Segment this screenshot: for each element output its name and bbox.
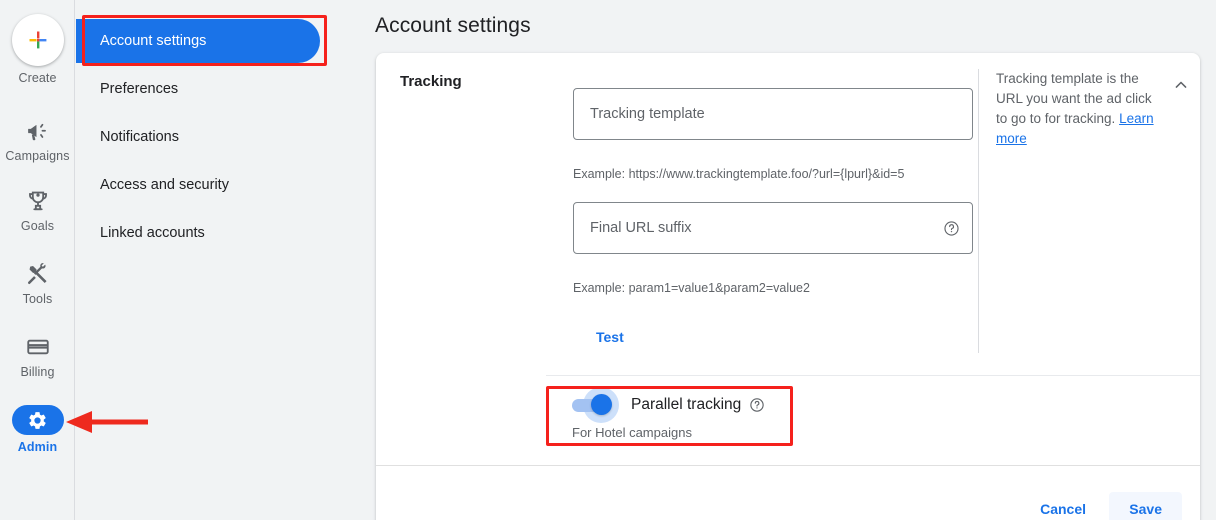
section-heading-tracking: Tracking [400,73,462,90]
parallel-tracking-row: Parallel tracking [572,391,765,419]
help-panel: Tracking template is the URL you want th… [996,69,1196,149]
vertical-divider [978,69,979,353]
sidebar-item-linked-accounts[interactable]: Linked accounts [76,211,205,255]
sidebar-item-label: Access and security [100,177,229,193]
admin-pill[interactable] [12,405,64,435]
final-url-suffix-field-group: Final URL suffix [573,202,973,254]
credit-card-icon [25,334,51,360]
parallel-tracking-label: Parallel tracking [631,396,741,414]
megaphone-icon [25,118,51,144]
tracking-template-example: Example: https://www.trackingtemplate.fo… [573,167,904,181]
tools-icon [25,261,51,287]
left-nav-rail: Create Campaigns [0,0,75,520]
rail-label-admin: Admin [18,440,57,454]
final-url-suffix-placeholder: Final URL suffix [590,220,692,236]
sidebar-item-label: Account settings [100,33,206,49]
trophy-icon [25,188,51,214]
final-url-suffix-input[interactable]: Final URL suffix [573,202,973,254]
tracking-template-input[interactable]: Tracking template [573,88,973,140]
sidebar-item-preferences[interactable]: Preferences [76,67,178,111]
rail-item-create[interactable]: Create [0,14,75,85]
section-divider [546,375,1200,376]
save-button[interactable]: Save [1109,492,1182,520]
rail-label-campaigns: Campaigns [5,149,69,163]
help-panel-text: Tracking template is the URL you want th… [996,69,1156,149]
chevron-up-icon[interactable] [1171,75,1191,95]
tracking-template-field-group: Tracking template [573,88,973,140]
rail-label-goals: Goals [21,219,54,233]
rail-label-billing: Billing [20,365,54,379]
sidebar-item-account-settings[interactable]: Account settings [76,19,320,63]
parallel-tracking-group: Parallel tracking For Hotel campaigns [572,391,765,440]
page-title: Account settings [375,14,531,38]
google-plus-icon [12,14,64,66]
app-window: Create Campaigns [0,0,1216,520]
tracking-template-placeholder: Tracking template [590,106,705,122]
rail-item-billing[interactable]: Billing [0,334,75,379]
test-link[interactable]: Test [596,329,624,345]
toggle-knob [591,394,612,415]
rail-label-create: Create [18,71,56,85]
parallel-tracking-toggle[interactable] [572,391,616,419]
rail-item-admin[interactable]: Admin [0,405,75,454]
settings-sidebar: Account settings Preferences Notificatio… [76,0,375,520]
tracking-settings-card: Tracking Tracking template Example: http… [376,53,1200,520]
help-circle-icon[interactable] [749,397,765,413]
rail-item-tools[interactable]: Tools [0,261,75,306]
final-url-suffix-example: Example: param1=value1&param2=value2 [573,281,810,295]
cancel-button[interactable]: Cancel [1032,492,1094,520]
rail-label-tools: Tools [23,292,53,306]
parallel-tracking-sublabel: For Hotel campaigns [572,425,765,440]
sidebar-item-label: Preferences [100,81,178,97]
sidebar-item-notifications[interactable]: Notifications [76,115,179,159]
sidebar-item-label: Notifications [100,129,179,145]
sidebar-item-label: Linked accounts [100,225,205,241]
sidebar-item-access-and-security[interactable]: Access and security [76,163,229,207]
gear-icon [27,410,48,431]
rail-item-campaigns[interactable]: Campaigns [0,118,75,163]
main-content: Account settings Tracking Tracking templ… [375,0,1216,520]
help-circle-icon[interactable] [942,219,960,237]
card-footer: Cancel Save [376,466,1200,520]
rail-item-goals[interactable]: Goals [0,188,75,233]
